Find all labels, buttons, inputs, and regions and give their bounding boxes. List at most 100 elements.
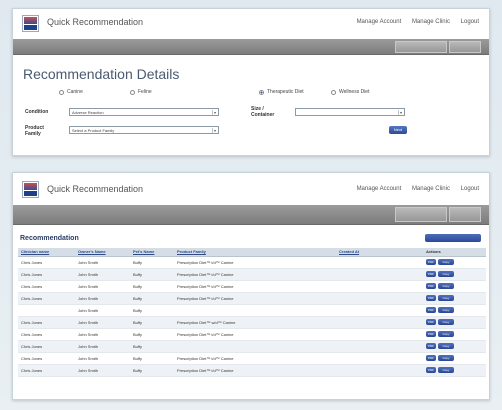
pdf-button[interactable]: PDF bbox=[426, 319, 436, 325]
toolbar-button-1[interactable] bbox=[395, 41, 447, 53]
cell-pet: Buffy bbox=[130, 280, 174, 293]
logout-link[interactable]: Logout bbox=[461, 19, 479, 25]
cell-product: Prescription Diet™ i/d™ Canine bbox=[174, 292, 336, 305]
table-row: Chris Jones John Smith Buffy Prescriptio… bbox=[18, 352, 486, 365]
copy-button[interactable]: Copy bbox=[438, 283, 454, 289]
radio-canine[interactable]: Canine bbox=[59, 89, 83, 95]
brand-logo-icon[interactable] bbox=[22, 181, 39, 198]
column-header-product[interactable]: Product Family bbox=[174, 248, 336, 257]
logo-top-band bbox=[24, 17, 37, 24]
pdf-button[interactable]: PDF bbox=[426, 307, 436, 313]
recommendation-table: Clinician name Owner's Name Pet's Name P… bbox=[18, 248, 486, 377]
column-header-created[interactable]: Created At bbox=[336, 248, 423, 257]
pdf-button[interactable]: PDF bbox=[426, 259, 436, 265]
next-button[interactable]: Next bbox=[389, 126, 407, 134]
cell-created bbox=[336, 328, 423, 341]
brand-logo-icon[interactable] bbox=[22, 15, 39, 32]
cell-actions: PDF Copy bbox=[423, 364, 486, 377]
cell-pet: Buffy bbox=[130, 364, 174, 377]
cell-owner: John Smith bbox=[75, 280, 130, 293]
pdf-button[interactable]: PDF bbox=[426, 295, 436, 301]
radio-feline[interactable]: Feline bbox=[130, 89, 152, 95]
cell-created bbox=[336, 352, 423, 365]
radio-wellness-label: Wellness Diet bbox=[339, 89, 370, 95]
manage-clinic-link[interactable]: Manage Clinic bbox=[412, 186, 450, 192]
radio-therapeutic[interactable]: Therapeutic Diet bbox=[259, 89, 304, 95]
cell-owner: John Smith bbox=[75, 256, 130, 269]
condition-select[interactable]: Adverse Reaction ▾ bbox=[69, 108, 219, 116]
copy-button[interactable]: Copy bbox=[438, 271, 454, 277]
show-button[interactable] bbox=[425, 234, 481, 242]
copy-button[interactable]: Copy bbox=[438, 295, 454, 301]
table-row: John Smith Buffy PDF Copy bbox=[18, 304, 486, 317]
pdf-button[interactable]: PDF bbox=[426, 271, 436, 277]
pdf-button[interactable]: PDF bbox=[426, 343, 436, 349]
cell-clinician: Chris Jones bbox=[18, 352, 75, 365]
cell-product: Prescription Diet™ i/d™ Canine bbox=[174, 280, 336, 293]
copy-button[interactable]: Copy bbox=[438, 331, 454, 337]
table-header-row: Clinician name Owner's Name Pet's Name P… bbox=[18, 248, 486, 257]
cell-clinician: Chris Jones bbox=[18, 292, 75, 305]
cell-owner: John Smith bbox=[75, 316, 130, 329]
toolbar-button-2[interactable] bbox=[449, 41, 481, 53]
toolbar-button-1[interactable] bbox=[395, 207, 447, 222]
copy-button[interactable]: Copy bbox=[438, 319, 454, 325]
radio-checked-icon bbox=[259, 89, 264, 95]
radio-circle-icon bbox=[331, 89, 336, 95]
cell-created bbox=[336, 304, 423, 317]
copy-button[interactable]: Copy bbox=[438, 343, 454, 349]
table-row: Chris Jones John Smith Buffy Prescriptio… bbox=[18, 280, 486, 293]
product-family-label: Product Family bbox=[25, 125, 44, 137]
logout-link[interactable]: Logout bbox=[461, 186, 479, 192]
section-title: Recommendation bbox=[20, 235, 79, 242]
table-row: Chris Jones John Smith Buffy Prescriptio… bbox=[18, 328, 486, 341]
cell-actions: PDF Copy bbox=[423, 280, 486, 293]
cell-clinician: Chris Jones bbox=[18, 328, 75, 341]
pdf-button[interactable]: PDF bbox=[426, 355, 436, 361]
app-title: Quick Recommendation bbox=[47, 17, 144, 27]
pdf-button[interactable]: PDF bbox=[426, 331, 436, 337]
cell-created bbox=[336, 256, 423, 269]
size-select[interactable]: ▾ bbox=[295, 108, 405, 116]
column-header-owner[interactable]: Owner's Name bbox=[75, 248, 130, 257]
cell-clinician: Chris Jones bbox=[18, 268, 75, 281]
cell-owner: John Smith bbox=[75, 304, 130, 317]
pdf-button[interactable]: PDF bbox=[426, 283, 436, 289]
cell-created bbox=[336, 280, 423, 293]
toolbar-button-2[interactable] bbox=[449, 207, 481, 222]
cell-clinician: Chris Jones bbox=[18, 280, 75, 293]
recommendation-list-panel: Quick Recommendation Manage Account Mana… bbox=[12, 172, 490, 400]
cell-product: Prescription Diet™ i/d™ Canine bbox=[174, 256, 336, 269]
radio-circle-icon bbox=[59, 89, 64, 95]
top-nav: Manage Account Manage Clinic Logout bbox=[348, 186, 479, 192]
copy-button[interactable]: Copy bbox=[438, 367, 454, 373]
recommendation-details-panel: Quick Recommendation Manage Account Mana… bbox=[12, 8, 490, 156]
pdf-button[interactable]: PDF bbox=[426, 367, 436, 373]
manage-clinic-link[interactable]: Manage Clinic bbox=[412, 19, 450, 25]
cell-created bbox=[336, 340, 423, 353]
copy-button[interactable]: Copy bbox=[438, 259, 454, 265]
cell-clinician: Chris Jones bbox=[18, 256, 75, 269]
page-title: Recommendation Details bbox=[23, 66, 180, 82]
cell-owner: John Smith bbox=[75, 328, 130, 341]
copy-button[interactable]: Copy bbox=[438, 307, 454, 313]
table-row: Chris Jones John Smith Buffy PDF Copy bbox=[18, 340, 486, 353]
app-header: Quick Recommendation Manage Account Mana… bbox=[13, 173, 489, 205]
logo-top-band bbox=[24, 183, 37, 190]
chevron-down-icon: ▾ bbox=[212, 110, 216, 115]
column-header-clinician[interactable]: Clinician name bbox=[18, 248, 75, 257]
copy-button[interactable]: Copy bbox=[438, 355, 454, 361]
cell-pet: Buffy bbox=[130, 304, 174, 317]
manage-account-link[interactable]: Manage Account bbox=[357, 19, 402, 25]
manage-account-link[interactable]: Manage Account bbox=[357, 186, 402, 192]
chevron-down-icon: ▾ bbox=[212, 128, 216, 133]
cell-actions: PDF Copy bbox=[423, 328, 486, 341]
radio-wellness[interactable]: Wellness Diet bbox=[331, 89, 369, 95]
product-family-select[interactable]: Select a Product Family ▾ bbox=[69, 126, 219, 134]
cell-product bbox=[174, 340, 336, 353]
cell-pet: Buffy bbox=[130, 256, 174, 269]
table-row: Chris Jones John Smith Buffy Prescriptio… bbox=[18, 364, 486, 377]
condition-label: Condition bbox=[25, 109, 49, 115]
column-header-pet[interactable]: Pet's Name bbox=[130, 248, 174, 257]
cell-owner: John Smith bbox=[75, 268, 130, 281]
